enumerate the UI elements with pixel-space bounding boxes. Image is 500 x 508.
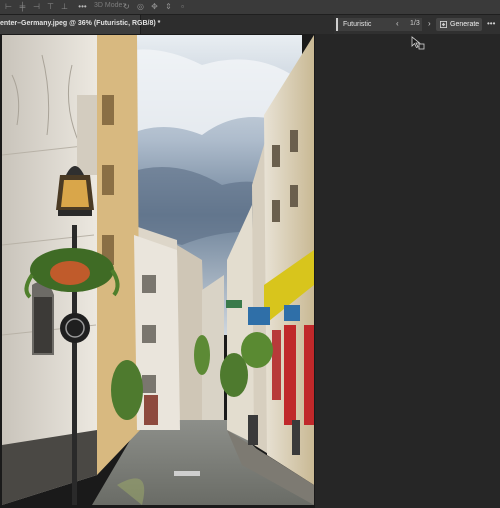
prompt-field-value: Futuristic bbox=[343, 21, 372, 28]
align-top-icon[interactable]: ⊤ bbox=[46, 2, 55, 11]
document-canvas[interactable] bbox=[0, 34, 315, 508]
chevron-right-icon[interactable]: › bbox=[428, 19, 431, 28]
3d-mode-label: 3D Mode: bbox=[94, 2, 125, 9]
generate-button[interactable]: Generate bbox=[436, 18, 482, 31]
options-bar: ⊢ ╪ ⊣ ⊤ ⊥ ••• 3D Mode: ↻ ◎ ✥ ⇕ ▫ bbox=[0, 0, 500, 15]
generate-label: Generate bbox=[450, 21, 480, 28]
align-right-icon[interactable]: ⊣ bbox=[32, 2, 41, 11]
scale-icon[interactable]: ▫ bbox=[178, 2, 187, 11]
cursor-icon bbox=[411, 36, 425, 50]
ellipsis-icon[interactable]: ••• bbox=[487, 19, 495, 28]
slide-icon[interactable]: ⇕ bbox=[164, 2, 173, 11]
chevron-left-icon[interactable]: ‹ bbox=[396, 19, 399, 28]
more-options-icon[interactable]: ••• bbox=[78, 2, 87, 11]
generate-icon bbox=[440, 21, 447, 28]
roll-icon[interactable]: ◎ bbox=[136, 2, 145, 11]
document-tab-title: enter–Germany.jpeg @ 36% (Futuristic, RG… bbox=[0, 20, 161, 27]
align-center-icon[interactable]: ╪ bbox=[18, 2, 27, 11]
photo-canvas bbox=[2, 35, 314, 505]
document-tab[interactable]: enter–Germany.jpeg @ 36% (Futuristic, RG… bbox=[0, 15, 160, 34]
pan-icon[interactable]: ✥ bbox=[150, 2, 159, 11]
align-left-icon[interactable]: ⊢ bbox=[4, 2, 13, 11]
variation-counter: 1/3 bbox=[410, 20, 420, 27]
orbit-icon[interactable]: ↻ bbox=[122, 2, 131, 11]
align-bottom-icon[interactable]: ⊥ bbox=[60, 2, 69, 11]
